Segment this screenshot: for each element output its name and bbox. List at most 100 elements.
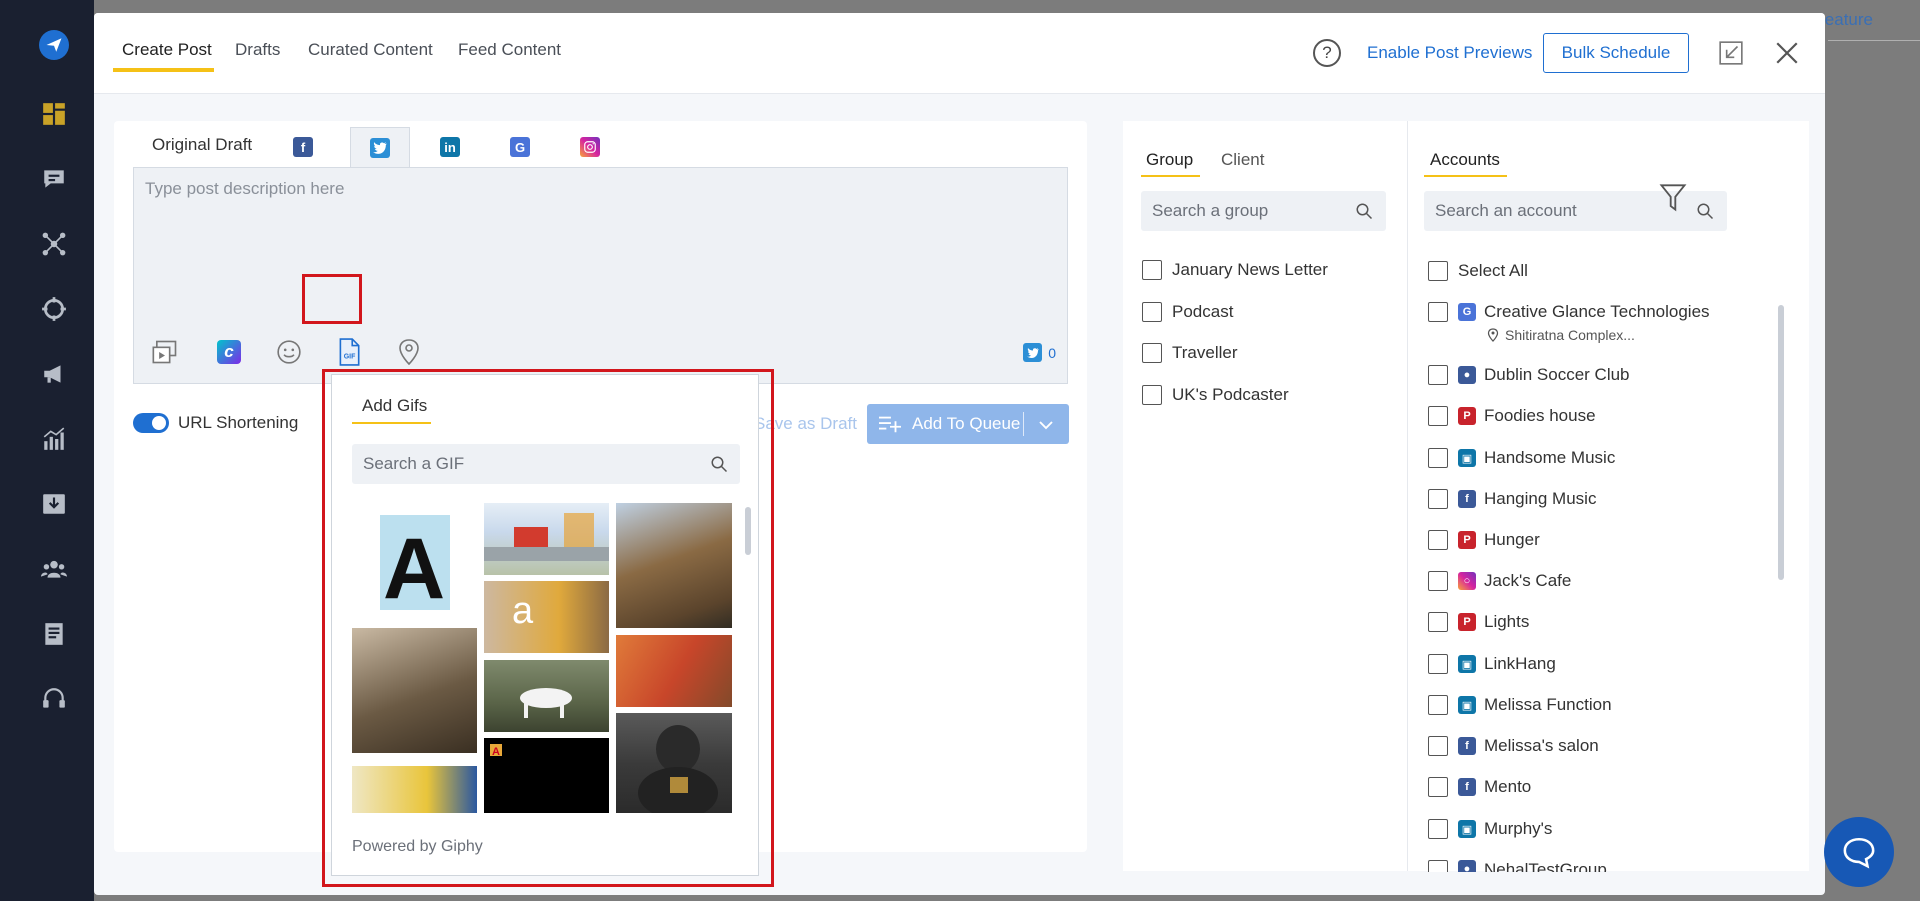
gif-search-input[interactable] (352, 444, 682, 484)
gif-thumbnail[interactable] (616, 635, 732, 707)
select-all-accounts[interactable]: Select All (1428, 261, 1528, 281)
team-icon[interactable] (40, 555, 68, 583)
tab-curated-content[interactable]: Curated Content (308, 40, 433, 60)
gif-thumbnail[interactable] (484, 660, 609, 732)
tab-twitter[interactable] (350, 127, 410, 167)
tab-feed-content[interactable]: Feed Content (458, 40, 561, 60)
app-logo-icon[interactable] (39, 30, 69, 60)
bulk-schedule-button[interactable]: Bulk Schedule (1543, 33, 1689, 73)
tab-group[interactable]: Group (1146, 150, 1193, 170)
account-item[interactable]: ▣ Murphy's (1428, 819, 1552, 839)
checkbox[interactable] (1428, 302, 1448, 322)
support-chat-button[interactable] (1824, 817, 1894, 887)
checkbox[interactable] (1142, 385, 1162, 405)
gif-thumbnail[interactable]: A (352, 503, 477, 617)
group-item-traveller[interactable]: Traveller (1142, 343, 1238, 363)
checkbox[interactable] (1428, 489, 1448, 509)
checkbox[interactable] (1428, 571, 1448, 591)
checkbox[interactable] (1428, 406, 1448, 426)
checkbox[interactable] (1428, 261, 1448, 281)
gif-thumbnail[interactable] (352, 766, 477, 813)
help-icon[interactable]: ? (1313, 39, 1341, 67)
gif-icon[interactable]: GIF (333, 336, 365, 368)
group-search-input[interactable] (1141, 191, 1351, 231)
search-icon[interactable] (1696, 202, 1714, 220)
location-icon[interactable] (393, 336, 425, 368)
checkbox[interactable] (1428, 654, 1448, 674)
gif-thumbnail[interactable] (616, 503, 732, 628)
gif-thumbnail[interactable] (352, 628, 477, 753)
checkbox[interactable] (1428, 819, 1448, 839)
checkbox[interactable] (1428, 530, 1448, 550)
tab-client[interactable]: Client (1221, 150, 1264, 170)
checkbox[interactable] (1428, 736, 1448, 756)
gif-thumbnail[interactable]: A (484, 738, 609, 813)
gif-popup-title[interactable]: Add Gifs (362, 396, 427, 416)
checkbox[interactable] (1142, 260, 1162, 280)
tab-google-business[interactable]: G (490, 127, 550, 167)
add-to-queue-button[interactable]: Add To Queue (867, 404, 1069, 444)
tab-create-post[interactable]: Create Post (122, 40, 212, 60)
url-shortening-toggle[interactable] (133, 413, 169, 433)
checkbox[interactable] (1428, 860, 1448, 872)
tab-facebook[interactable]: f (273, 127, 333, 167)
gif-thumbnail[interactable]: a (484, 581, 609, 653)
checkbox[interactable] (1428, 612, 1448, 632)
account-item[interactable]: ▣ LinkHang (1428, 654, 1556, 674)
minimize-icon[interactable] (1718, 40, 1744, 66)
chevron-down-icon[interactable] (1037, 416, 1055, 434)
group-search[interactable] (1141, 191, 1386, 231)
search-icon[interactable] (1355, 202, 1373, 220)
account-item[interactable]: ● Dublin Soccer Club (1428, 365, 1630, 385)
account-item[interactable]: ● NehalTestGroup (1428, 860, 1607, 872)
account-item[interactable]: P Hunger (1428, 530, 1540, 550)
megaphone-icon[interactable] (40, 360, 68, 388)
checkbox[interactable] (1428, 448, 1448, 468)
download-icon[interactable] (40, 490, 68, 518)
account-search-input[interactable] (1424, 191, 1684, 231)
reports-icon[interactable] (40, 620, 68, 648)
network-icon[interactable] (40, 230, 68, 258)
group-item-january-news-letter[interactable]: January News Letter (1142, 260, 1328, 280)
tab-linkedin[interactable]: in (420, 127, 480, 167)
dashboard-icon[interactable] (40, 100, 68, 128)
group-item-podcast[interactable]: Podcast (1142, 302, 1233, 322)
enable-post-previews-link[interactable]: Enable Post Previews (1367, 43, 1532, 63)
tab-instagram[interactable] (560, 127, 620, 167)
checkbox[interactable] (1428, 365, 1448, 385)
account-item[interactable]: P Lights (1428, 612, 1529, 632)
gif-thumbnail[interactable] (484, 503, 609, 575)
account-item[interactable]: ▣ Handsome Music (1428, 448, 1615, 468)
account-item[interactable]: P Foodies house (1428, 406, 1596, 426)
group-item-uks-podcaster[interactable]: UK's Podcaster (1142, 385, 1289, 405)
accounts-scrollbar[interactable] (1778, 305, 1784, 580)
close-icon[interactable] (1774, 40, 1800, 66)
emoji-icon[interactable] (273, 336, 305, 368)
account-item[interactable]: G Creative Glance Technologies (1428, 302, 1710, 322)
account-item[interactable]: f Hanging Music (1428, 489, 1596, 509)
account-item[interactable]: ▣ Melissa Function (1428, 695, 1612, 715)
gif-thumbnail[interactable] (616, 713, 732, 813)
search-icon[interactable] (710, 455, 728, 473)
post-editor[interactable]: Type post description here c GIF 0 (133, 167, 1068, 384)
tab-original-draft[interactable]: Original Draft (152, 135, 252, 155)
tab-accounts[interactable]: Accounts (1430, 150, 1500, 170)
tab-drafts[interactable]: Drafts (235, 40, 280, 60)
account-item[interactable]: f Mento (1428, 777, 1531, 797)
account-item[interactable]: ○ Jack's Cafe (1428, 571, 1571, 591)
target-icon[interactable] (40, 295, 68, 323)
gif-search[interactable] (352, 444, 740, 484)
filter-icon[interactable] (1659, 183, 1687, 213)
checkbox[interactable] (1428, 777, 1448, 797)
checkbox[interactable] (1142, 343, 1162, 363)
support-headset-icon[interactable] (40, 685, 68, 713)
checkbox[interactable] (1428, 695, 1448, 715)
media-library-icon[interactable] (149, 336, 181, 368)
account-item[interactable]: f Melissa's salon (1428, 736, 1599, 756)
analytics-icon[interactable] (40, 425, 68, 453)
gif-scrollbar[interactable] (745, 507, 751, 555)
checkbox[interactable] (1142, 302, 1162, 322)
post-description-placeholder[interactable]: Type post description here (145, 179, 344, 199)
canva-icon[interactable]: c (213, 336, 245, 368)
inbox-chat-icon[interactable] (40, 165, 68, 193)
